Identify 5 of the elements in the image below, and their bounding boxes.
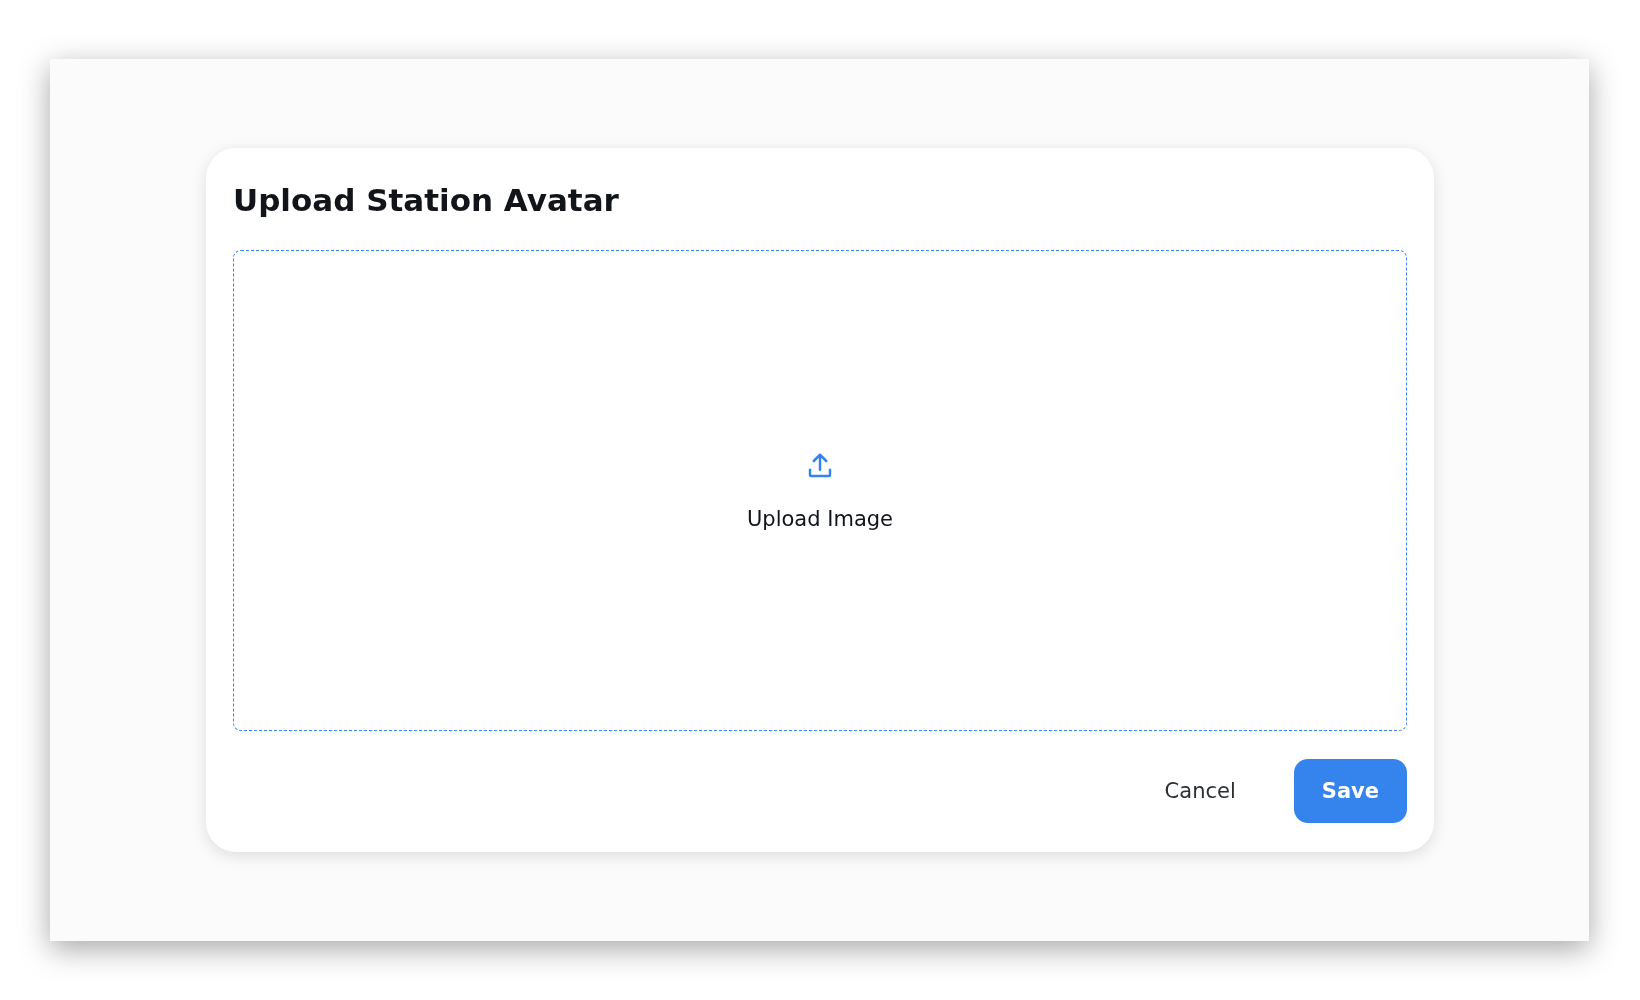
save-button[interactable]: Save — [1293, 759, 1407, 823]
upload-dropzone[interactable]: Upload Image — [233, 250, 1407, 731]
cancel-button[interactable]: Cancel — [1136, 759, 1264, 823]
upload-label: Upload Image — [747, 506, 893, 531]
dialog-title: Upload Station Avatar — [233, 181, 620, 220]
